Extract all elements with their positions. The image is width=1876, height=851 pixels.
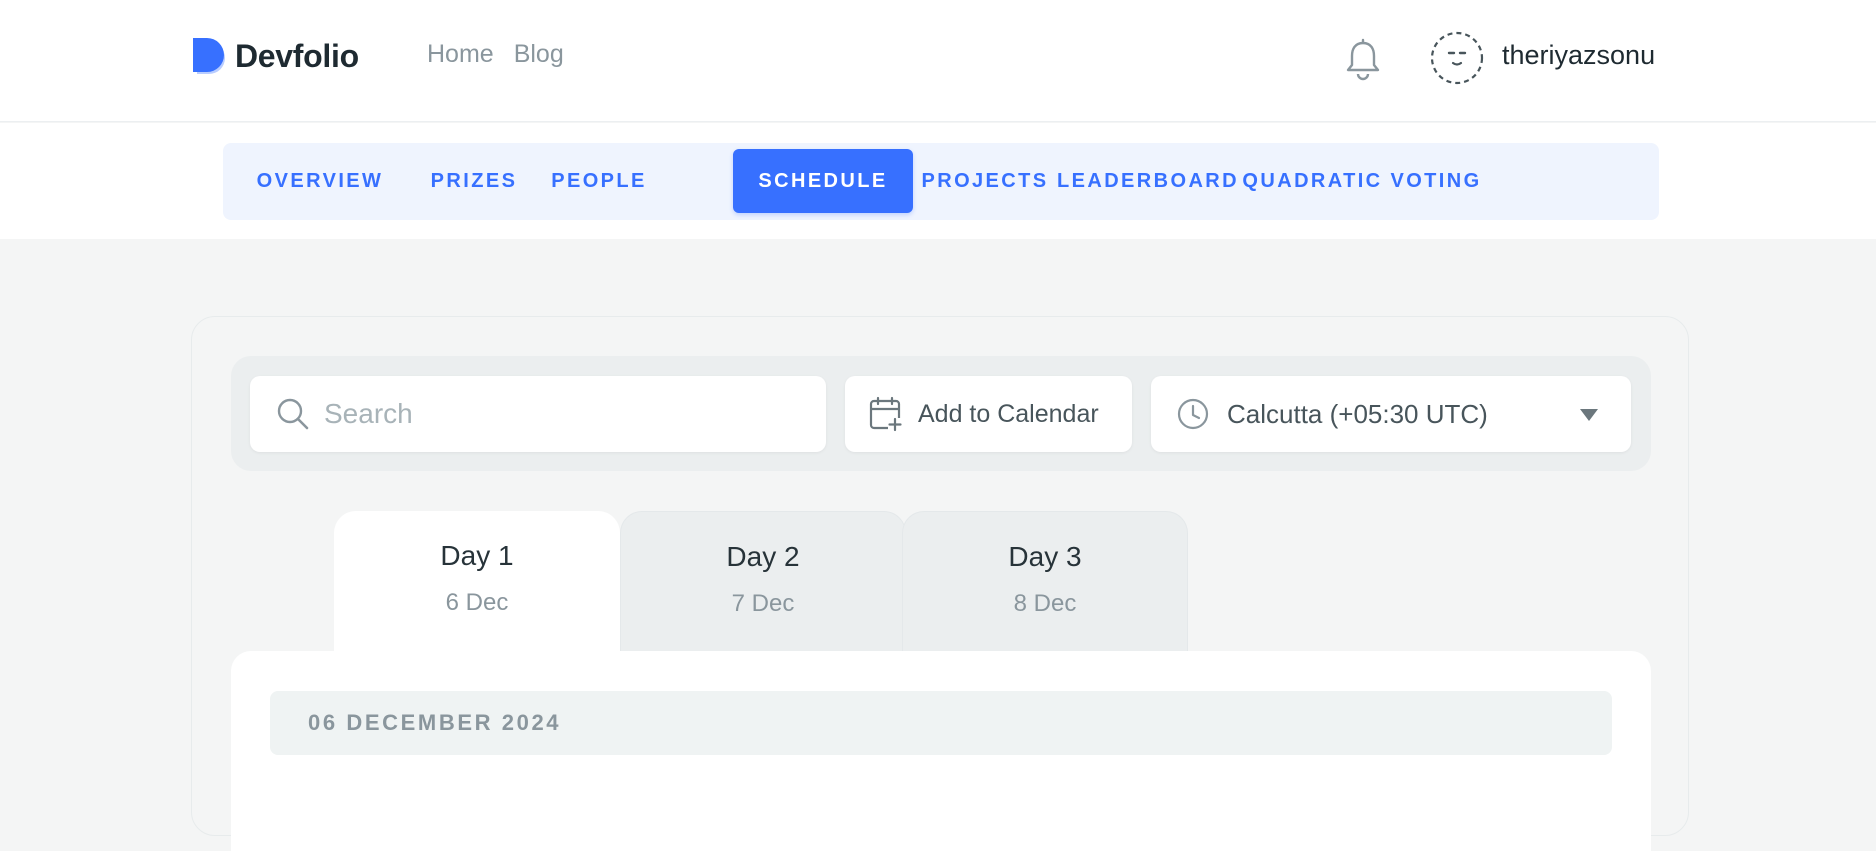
timezone-select[interactable]: Calcutta (+05:30 UTC): [1151, 376, 1631, 452]
search-box[interactable]: [250, 376, 826, 452]
timezone-value: Calcutta (+05:30 UTC): [1227, 398, 1488, 429]
top-navbar: Devfolio Home Blog theriyazsonu: [0, 0, 1876, 122]
tab-projects[interactable]: PROJECTS: [913, 143, 1057, 220]
schedule-date-header: 06 DECEMBER 2024: [270, 691, 1612, 755]
nav-home-link[interactable]: Home: [427, 40, 494, 69]
tab-overview[interactable]: OVERVIEW: [223, 143, 417, 220]
day-tab-title: Day 3: [1008, 541, 1082, 572]
add-to-calendar-label: Add to Calendar: [918, 399, 1099, 428]
bell-icon[interactable]: [1343, 38, 1383, 82]
calendar-add-icon: [869, 396, 903, 432]
chevron-down-icon: [1579, 407, 1599, 423]
day-tab-date: 8 Dec: [1013, 590, 1077, 617]
devfolio-logo[interactable]: Devfolio: [191, 36, 359, 76]
day-tab-title: Day 2: [726, 541, 800, 572]
main-nav: Home Blog: [427, 40, 564, 69]
tab-quadratic-voting[interactable]: QUADRATIC VOTING: [1239, 143, 1485, 220]
section-tabs: OVERVIEW PRIZES PEOPLE SCHEDULE PROJECTS…: [223, 143, 1659, 220]
tab-prizes[interactable]: PRIZES: [417, 143, 531, 220]
tab-schedule[interactable]: SCHEDULE: [733, 149, 913, 213]
brand-name: Devfolio: [235, 37, 359, 74]
schedule-date-heading: 06 DECEMBER 2024: [308, 710, 562, 735]
day-tab-title: Day 1: [440, 540, 514, 571]
add-to-calendar-button[interactable]: Add to Calendar: [845, 376, 1132, 452]
day-tab-2[interactable]: Day 2 7 Dec: [620, 511, 906, 651]
nav-blog-link[interactable]: Blog: [514, 40, 564, 69]
search-icon: [276, 397, 310, 431]
tab-leaderboard[interactable]: LEADERBOARD: [1057, 143, 1239, 220]
clock-icon: [1177, 398, 1209, 430]
tab-people[interactable]: PEOPLE: [531, 143, 667, 220]
section-tabs-wrapper: OVERVIEW PRIZES PEOPLE SCHEDULE PROJECTS…: [0, 123, 1876, 239]
day-tab-3[interactable]: Day 3 8 Dec: [902, 511, 1188, 651]
devfolio-logo-icon: [191, 36, 227, 76]
avatar[interactable]: [1430, 31, 1484, 85]
day-tab-date: 7 Dec: [731, 590, 795, 617]
day-tab-1[interactable]: Day 1 6 Dec: [334, 511, 620, 651]
avatar-face-icon: [1430, 31, 1484, 85]
username[interactable]: theriyazsonu: [1502, 40, 1655, 71]
search-input[interactable]: [324, 398, 804, 430]
day-tab-date: 6 Dec: [445, 589, 509, 616]
